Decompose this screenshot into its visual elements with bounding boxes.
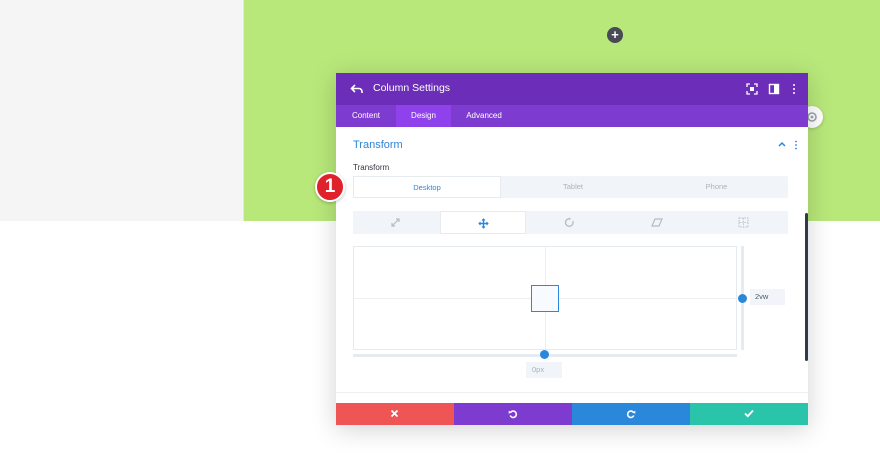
transform-tab-rotate[interactable] — [527, 211, 613, 234]
undo-icon — [508, 410, 518, 419]
transform-tab-origin[interactable] — [701, 211, 787, 234]
settings-body: Transform Transform Desktop Tablet Phone — [336, 127, 808, 392]
plus-icon: + — [611, 27, 619, 42]
modal-footer — [336, 403, 808, 425]
settings-scrollbar[interactable] — [805, 213, 808, 361]
cancel-button[interactable] — [336, 403, 454, 425]
modal-header: Column Settings — [336, 73, 808, 105]
tab-design[interactable]: Design — [396, 105, 451, 127]
left-column-area — [0, 0, 244, 221]
modal-title: Column Settings — [373, 82, 451, 94]
add-row-button[interactable]: + — [607, 27, 623, 43]
device-tab-tablet[interactable]: Tablet — [501, 176, 645, 198]
translate-y-slider-handle[interactable] — [738, 294, 747, 303]
device-tabs: Desktop Tablet Phone — [353, 176, 788, 198]
translate-y-input[interactable]: 2vw — [750, 289, 785, 305]
fullscreen-icon[interactable] — [746, 83, 758, 95]
section-options-icon[interactable] — [794, 140, 798, 150]
settings-tabs: Content Design Advanced — [336, 105, 808, 127]
chevron-up-icon[interactable] — [778, 141, 786, 147]
tab-advanced[interactable]: Advanced — [451, 105, 517, 127]
more-options-icon[interactable] — [788, 83, 800, 95]
save-button[interactable] — [690, 403, 808, 425]
transform-tab-skew[interactable] — [614, 211, 700, 234]
rotate-icon — [564, 217, 574, 227]
translate-preview-box[interactable] — [531, 285, 559, 312]
device-tab-desktop[interactable]: Desktop — [353, 176, 501, 198]
transform-field-label: Transform — [353, 163, 390, 172]
translate-preview-grid — [353, 246, 737, 350]
footer-divider — [336, 392, 808, 393]
scale-icon — [391, 218, 400, 227]
step-callout-badge: 1 — [315, 172, 345, 202]
split-view-icon[interactable] — [768, 83, 780, 95]
transform-tab-scale[interactable] — [353, 211, 439, 234]
back-arrow-icon[interactable] — [350, 82, 364, 96]
tab-content[interactable]: Content — [336, 105, 396, 127]
skew-icon — [651, 218, 663, 227]
device-tab-phone[interactable]: Phone — [645, 176, 788, 198]
column-settings-modal: Column Settings Content Design Advanced … — [336, 73, 808, 425]
checkmark-icon — [744, 409, 754, 418]
undo-button[interactable] — [454, 403, 572, 425]
redo-icon — [626, 410, 636, 419]
translate-x-input[interactable]: 0px — [526, 362, 562, 378]
translate-icon — [478, 218, 489, 229]
builder-canvas: + Column Settings Content Design Advance… — [0, 0, 880, 459]
close-icon — [390, 409, 399, 418]
translate-x-slider-handle[interactable] — [540, 350, 549, 359]
transform-tab-translate[interactable] — [440, 211, 526, 234]
origin-icon — [738, 217, 749, 228]
section-title[interactable]: Transform — [353, 139, 403, 151]
redo-button[interactable] — [572, 403, 690, 425]
transform-type-tabs — [353, 211, 788, 234]
